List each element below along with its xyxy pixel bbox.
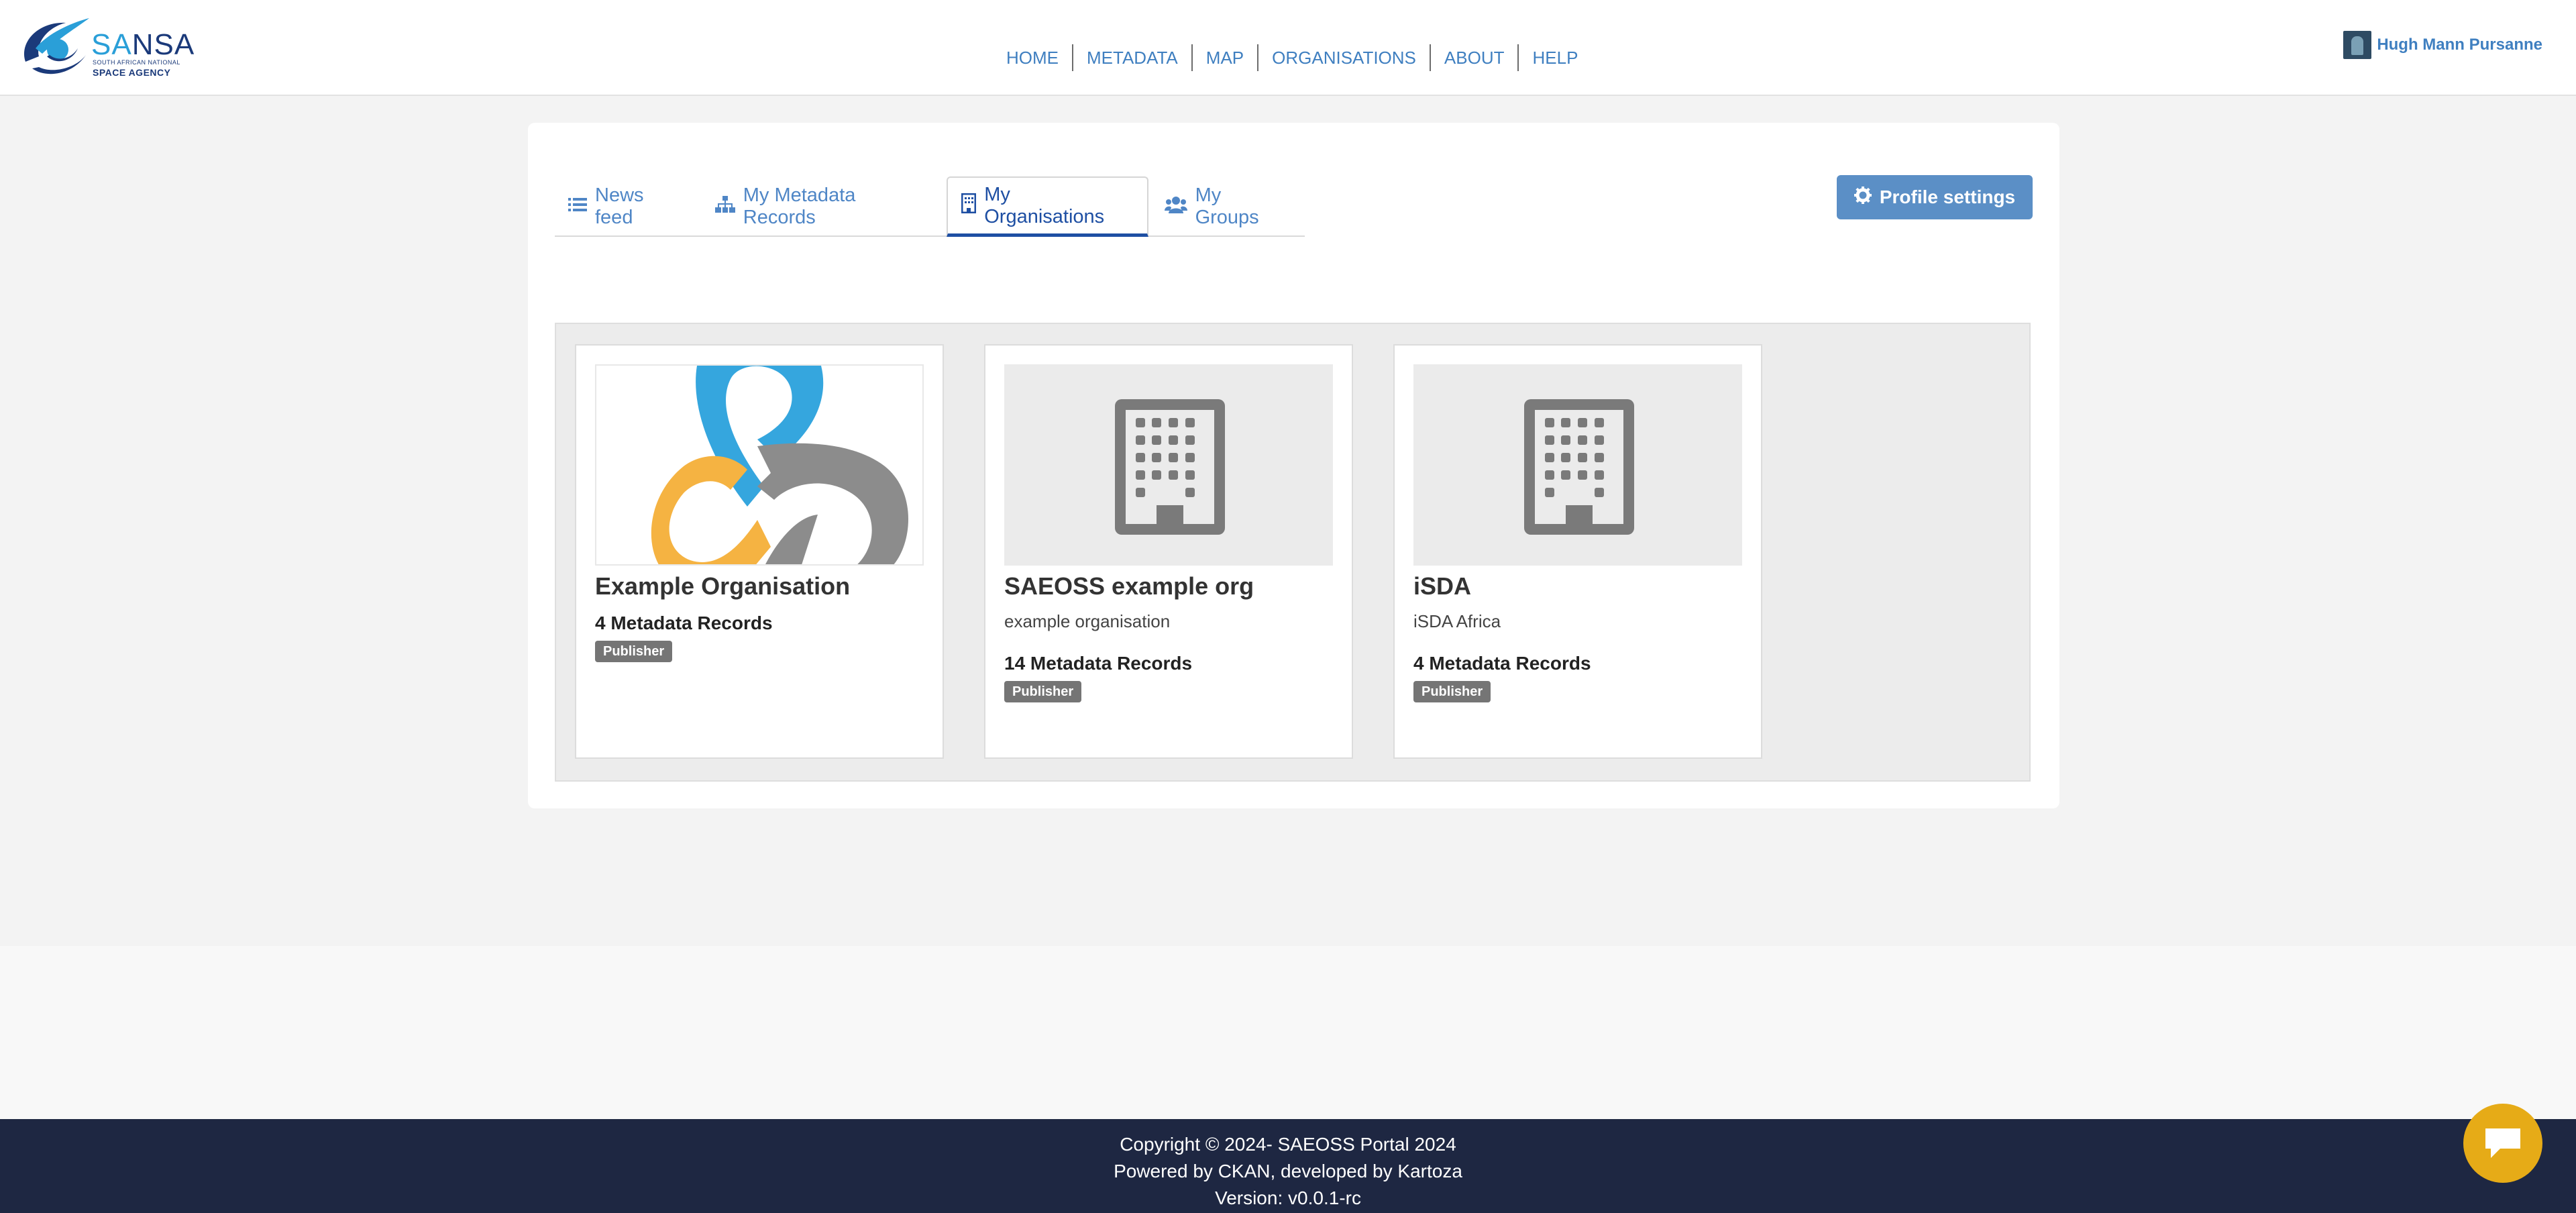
dashboard-panel: News feed My Metadata Records My Organis… — [528, 123, 2059, 808]
gear-icon — [1854, 186, 1872, 209]
nav-map[interactable]: MAP — [1193, 44, 1259, 71]
site-header: SANSA SOUTH AFRICAN NATIONAL SPACE AGENC… — [0, 0, 2576, 96]
tab-my-metadata-records[interactable]: My Metadata Records — [702, 178, 945, 235]
user-name[interactable]: Hugh Mann Pursanne — [2377, 36, 2542, 54]
footer-powered-by: Powered by CKAN, developed by Kartoza — [1114, 1161, 1462, 1181]
user-menu[interactable]: Hugh Mann Pursanne — [2343, 31, 2542, 59]
users-icon — [1164, 196, 1187, 218]
building-placeholder-icon — [1524, 399, 1634, 535]
organisation-placeholder-image[interactable] — [1413, 364, 1742, 566]
organisation-card[interactable]: iSDA iSDA Africa 4 Metadata Records Publ… — [1393, 344, 1762, 759]
metadata-record-count: 4 Metadata Records — [1413, 653, 1591, 674]
nav-metadata[interactable]: METADATA — [1073, 44, 1193, 71]
organisation-title[interactable]: iSDA — [1413, 572, 1471, 600]
tab-label: My Organisations — [984, 183, 1105, 227]
tab-label: My Metadata Records — [743, 184, 856, 228]
main-nav: HOME METADATA MAP ORGANISATIONS ABOUT HE… — [993, 43, 1591, 72]
logo-agency-name: SPACE AGENCY — [93, 67, 171, 78]
nav-help[interactable]: HELP — [1519, 44, 1591, 71]
trefoil-logo-icon — [651, 366, 908, 564]
organisation-description: iSDA Africa — [1413, 611, 1501, 631]
nav-about[interactable]: ABOUT — [1431, 44, 1519, 71]
logo-subline: SOUTH AFRICAN NATIONAL — [93, 59, 180, 66]
organisation-logo[interactable] — [595, 364, 924, 566]
building-icon — [961, 193, 977, 218]
metadata-record-count: 14 Metadata Records — [1004, 653, 1193, 674]
user-avatar — [2343, 31, 2372, 59]
nav-home[interactable]: HOME — [993, 44, 1073, 71]
role-badge: Publisher — [1413, 681, 1491, 702]
sitemap-icon — [714, 195, 735, 218]
tab-my-groups[interactable]: My Groups — [1151, 178, 1302, 235]
organisation-description: example organisation — [1004, 611, 1171, 631]
footer-version: Version: v0.0.1-rc — [1215, 1188, 1361, 1208]
organisation-title[interactable]: SAEOSS example org — [1004, 572, 1254, 600]
organisation-placeholder-image[interactable] — [1004, 364, 1333, 566]
building-placeholder-icon — [1115, 399, 1225, 535]
list-icon — [568, 197, 587, 217]
organisation-title[interactable]: Example Organisation — [595, 572, 850, 600]
nav-organisations[interactable]: ORGANISATIONS — [1258, 44, 1431, 71]
role-badge: Publisher — [1004, 681, 1082, 702]
chat-icon — [2485, 1128, 2520, 1158]
sansa-emblem-icon — [24, 18, 89, 74]
chat-button[interactable] — [2463, 1104, 2542, 1183]
dashboard-tabs: News feed My Metadata Records My Organis… — [555, 176, 1305, 237]
tab-label: My Groups — [1195, 184, 1259, 228]
logo-wordmark: SANSA — [91, 28, 195, 61]
page-spacer — [0, 946, 2576, 1119]
organisation-card[interactable]: SAEOSS example org example organisation … — [984, 344, 1353, 759]
role-badge: Publisher — [595, 641, 673, 662]
metadata-record-count: 4 Metadata Records — [595, 613, 773, 633]
tab-my-organisations[interactable]: My Organisations — [947, 176, 1148, 237]
organisations-list: Example Organisation 4 Metadata Records … — [555, 323, 2031, 782]
tab-news-feed[interactable]: News feed — [555, 178, 699, 235]
tab-label: News feed — [595, 184, 644, 228]
profile-settings-button[interactable]: Profile settings — [1837, 175, 2033, 219]
sansa-logo[interactable]: SANSA SOUTH AFRICAN NATIONAL SPACE AGENC… — [19, 15, 194, 82]
profile-settings-label: Profile settings — [1879, 187, 2016, 207]
site-footer: Copyright © 2024- SAEOSS Portal 2024 Pow… — [0, 1119, 2576, 1213]
organisation-card[interactable]: Example Organisation 4 Metadata Records … — [575, 344, 944, 759]
footer-copyright: Copyright © 2024- SAEOSS Portal 2024 — [1120, 1134, 1456, 1155]
